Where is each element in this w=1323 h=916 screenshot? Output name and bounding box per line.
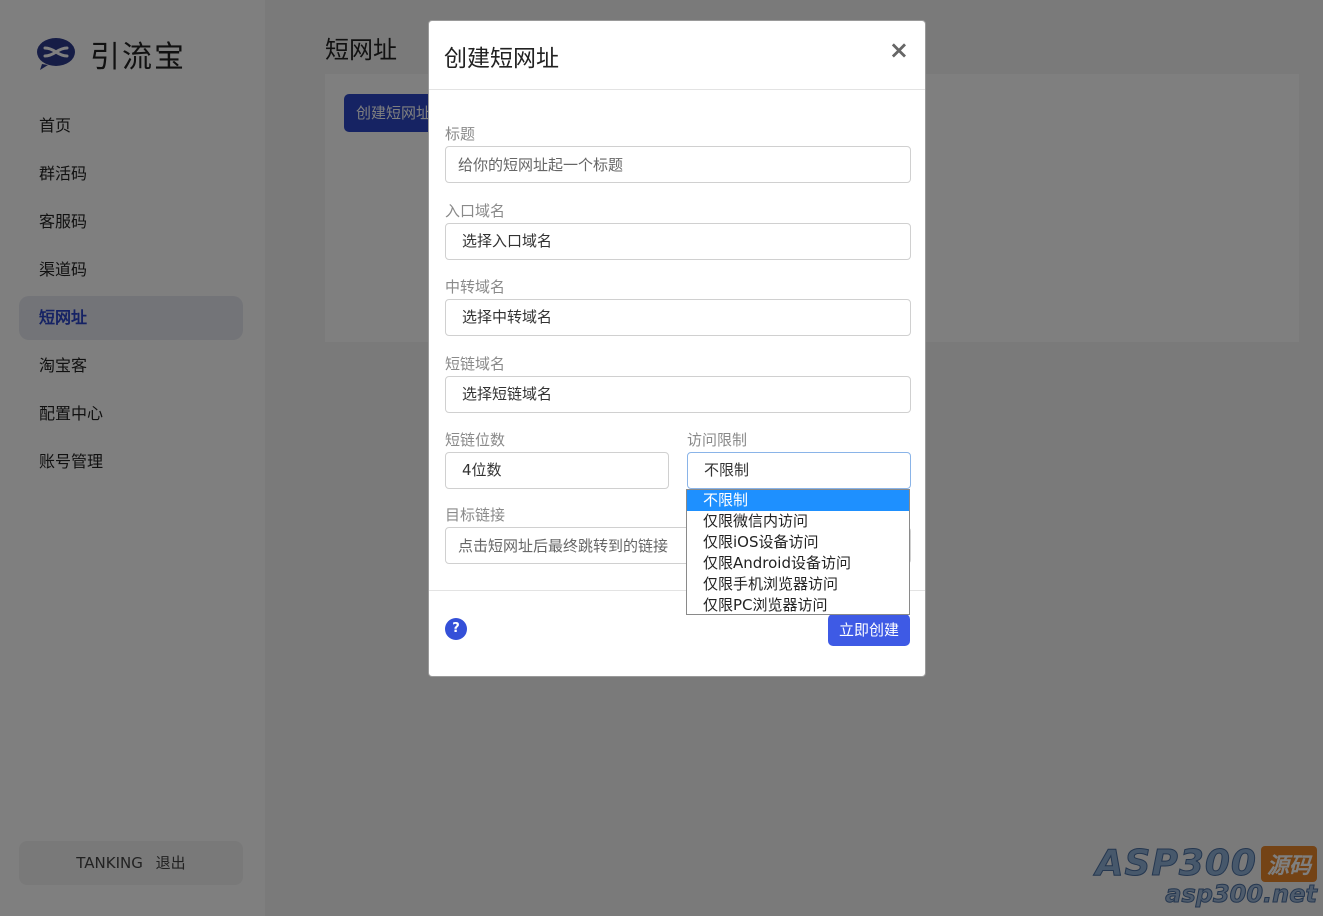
digits-label: 短链位数 [445, 431, 506, 449]
access-limit-label: 访问限制 [687, 431, 748, 449]
modal-title: 创建短网址 [444, 46, 559, 72]
title-input[interactable] [445, 146, 911, 183]
dropdown-option-pc-browser-only[interactable]: 仅限PC浏览器访问 [687, 595, 909, 616]
relay-domain-select[interactable]: 选择中转域名 [445, 299, 911, 336]
help-icon[interactable]: ? [445, 618, 467, 640]
short-domain-label: 短链域名 [445, 355, 506, 373]
access-limit-select[interactable]: 不限制 [687, 452, 911, 489]
dropdown-option-android-only[interactable]: 仅限Android设备访问 [687, 553, 909, 574]
dropdown-option-mobile-browser-only[interactable]: 仅限手机浏览器访问 [687, 574, 909, 595]
title-label: 标题 [445, 125, 476, 143]
dropdown-option-ios-only[interactable]: 仅限iOS设备访问 [687, 532, 909, 553]
create-now-button[interactable]: 立即创建 [828, 614, 910, 646]
target-link-label: 目标链接 [445, 506, 506, 524]
access-limit-dropdown: 不限制 仅限微信内访问 仅限iOS设备访问 仅限Android设备访问 仅限手机… [686, 489, 910, 615]
dropdown-option-wechat-only[interactable]: 仅限微信内访问 [687, 511, 909, 532]
modal-header: 创建短网址 × [429, 21, 925, 90]
relay-domain-label: 中转域名 [445, 278, 506, 296]
dropdown-option-unlimited[interactable]: 不限制 [687, 490, 909, 511]
digits-select[interactable]: 4位数 [445, 452, 669, 489]
entry-domain-label: 入口域名 [445, 202, 506, 220]
short-domain-select[interactable]: 选择短链域名 [445, 376, 911, 413]
close-icon[interactable]: × [889, 37, 909, 63]
entry-domain-select[interactable]: 选择入口域名 [445, 223, 911, 260]
